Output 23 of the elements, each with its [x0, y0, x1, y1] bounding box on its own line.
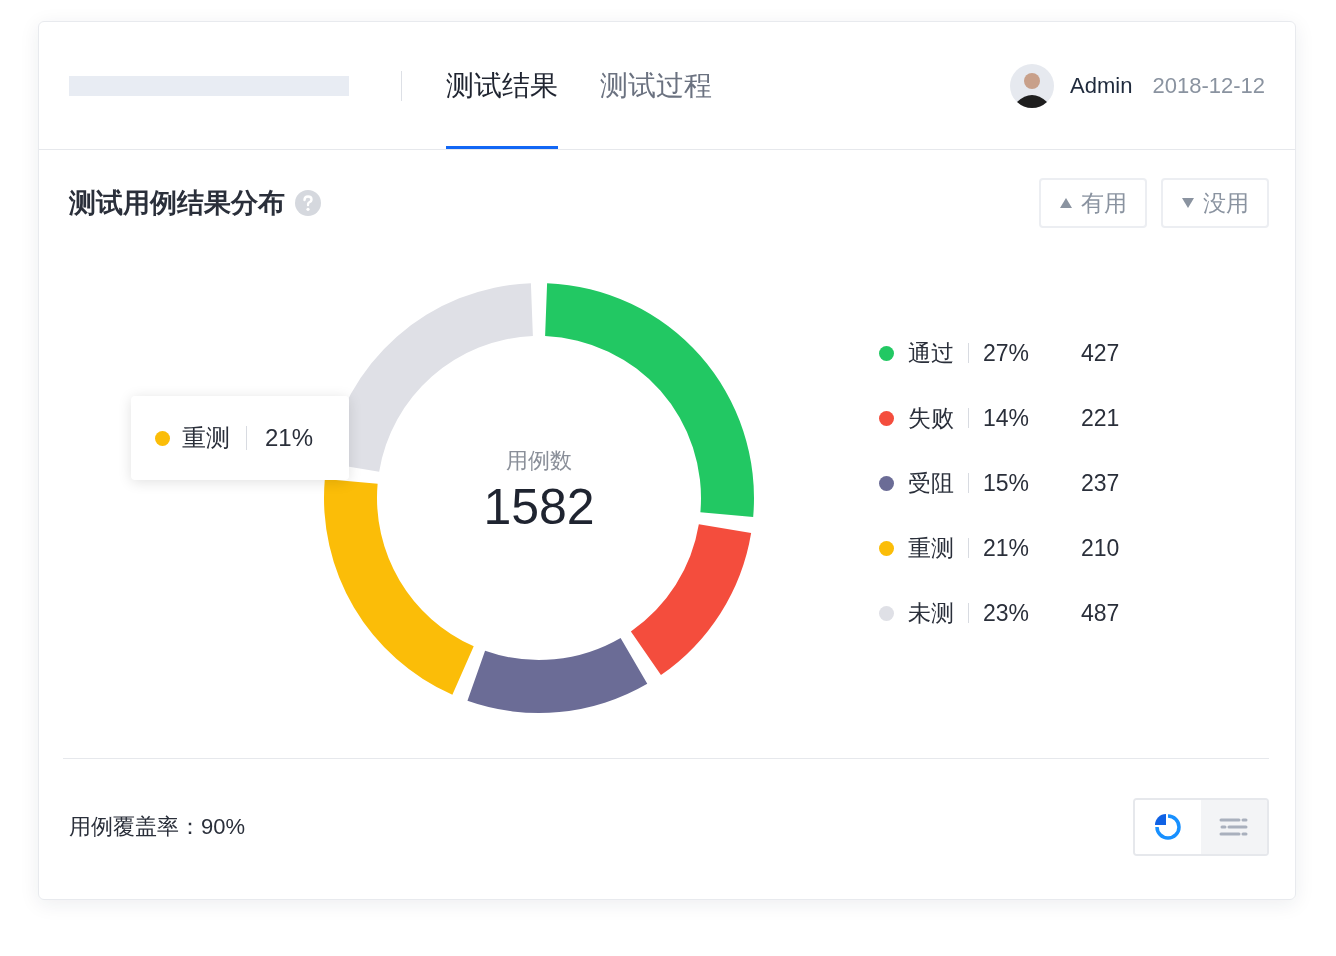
legend-count: 237: [1081, 469, 1120, 497]
legend-percent: 21%: [983, 534, 1031, 562]
legend-count: 210: [1081, 534, 1120, 562]
section-title: 测试用例结果分布: [69, 187, 285, 220]
total-count: 1582: [483, 478, 595, 536]
tooltip-label: 重测: [182, 423, 230, 453]
legend-count: 221: [1081, 404, 1120, 432]
legend-count: 487: [1081, 599, 1120, 627]
legend-label: 通过: [908, 338, 954, 368]
legend-percent: 23%: [983, 599, 1031, 627]
center-label: 用例数: [506, 447, 572, 475]
legend-percent: 27%: [983, 339, 1031, 367]
legend-label: 未测: [908, 598, 954, 628]
legend-label: 失败: [908, 403, 954, 433]
legend-percent: 15%: [983, 469, 1031, 497]
date-text: 2018-12-12: [1152, 72, 1265, 99]
coverage-text: 用例覆盖率：90%: [69, 813, 246, 841]
legend-percent: 14%: [983, 404, 1031, 432]
tooltip-percent: 21%: [265, 424, 314, 452]
legend-count: 427: [1081, 339, 1120, 367]
legend-label: 重测: [908, 533, 954, 563]
legend-label: 受阻: [908, 468, 954, 498]
user-name: Admin: [1070, 72, 1133, 99]
